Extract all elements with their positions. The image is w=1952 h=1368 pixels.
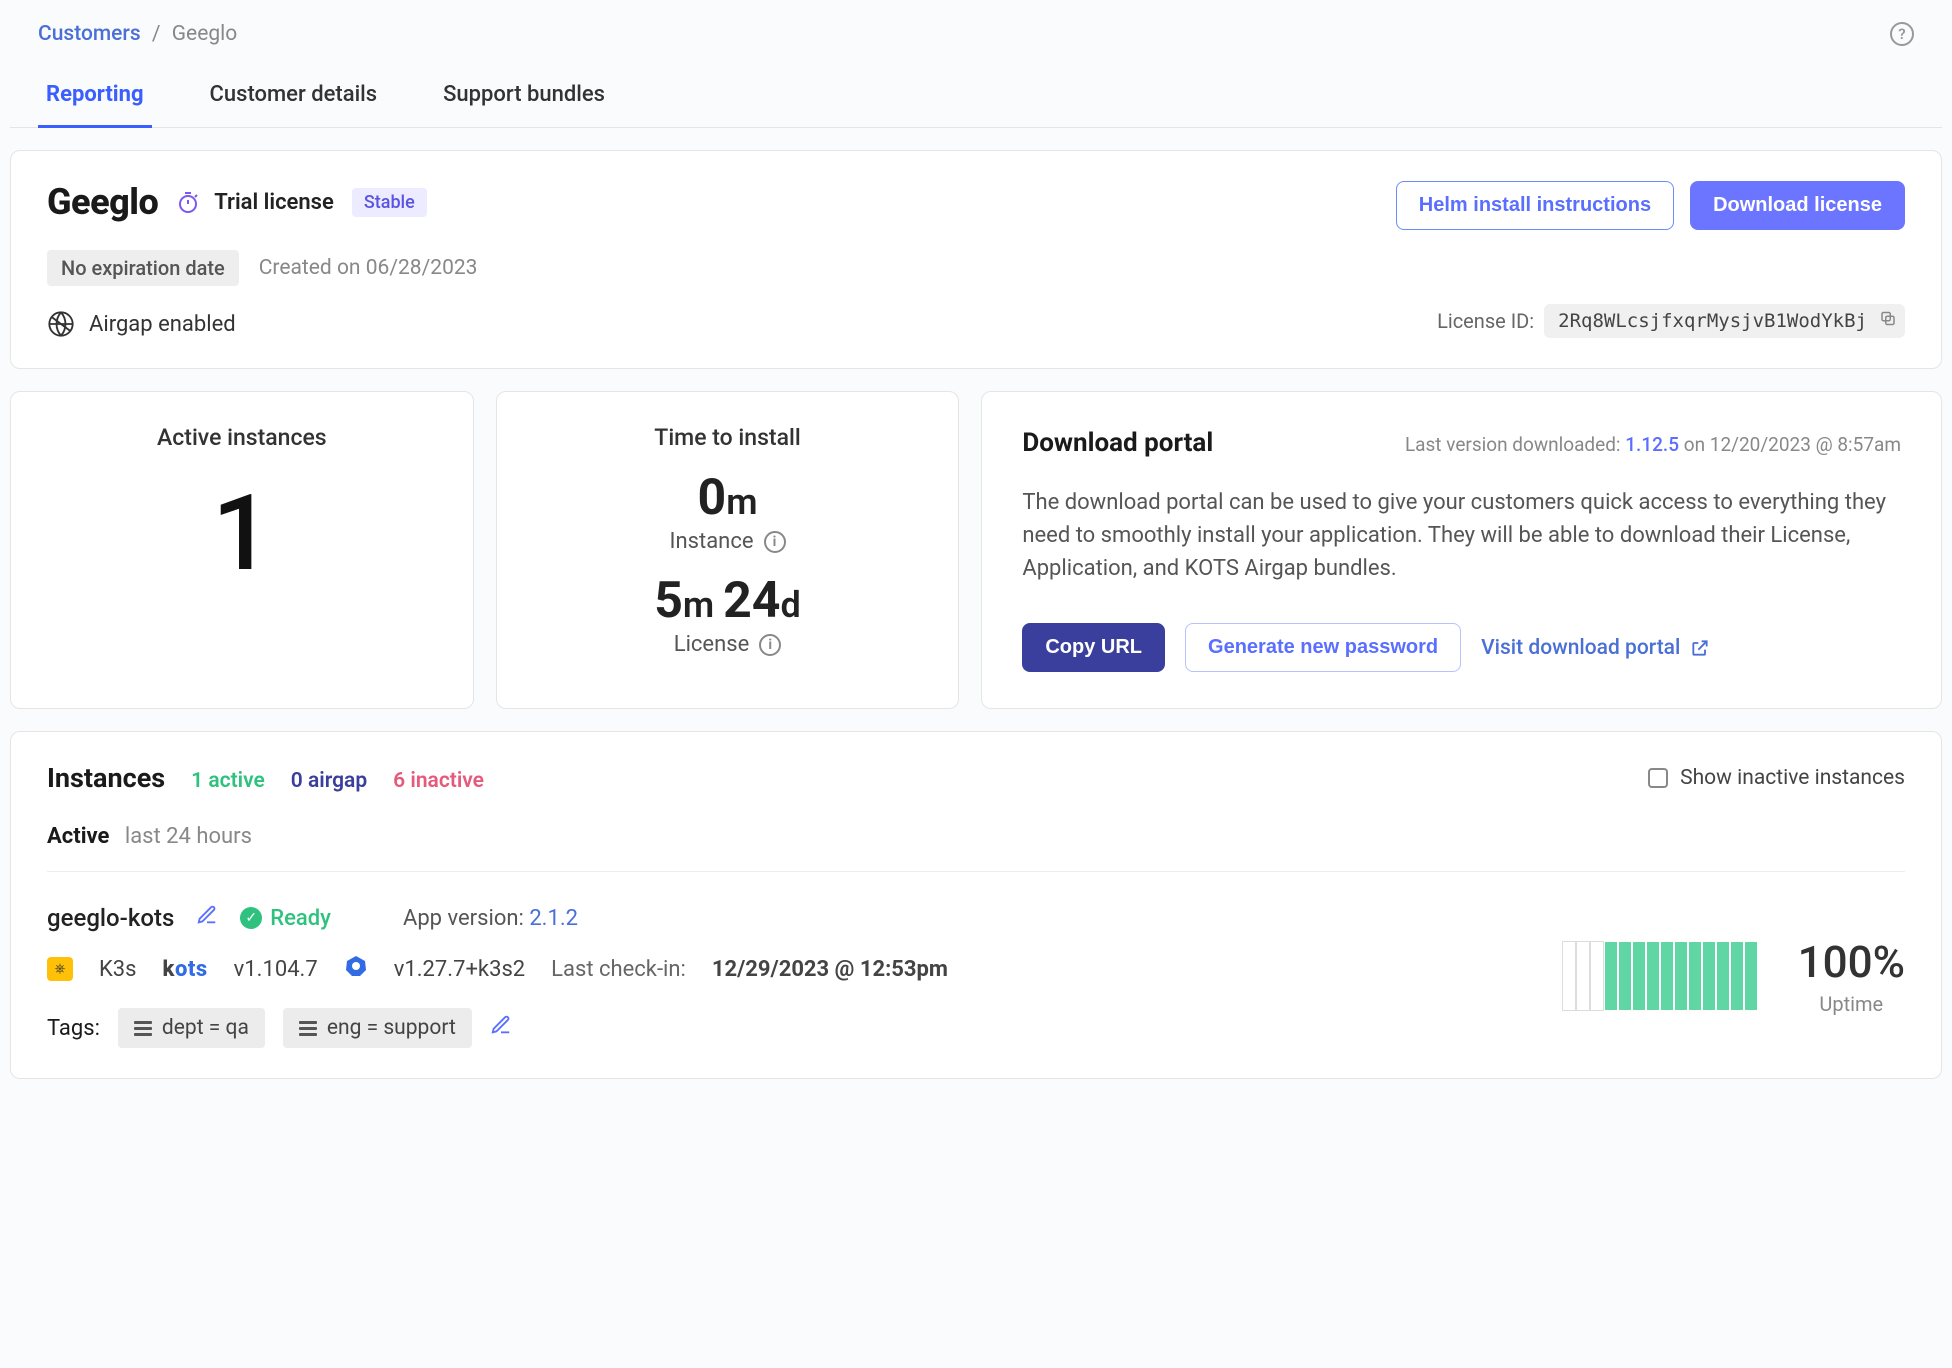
k8s-version: v1.27.7+k3s2 bbox=[394, 957, 525, 982]
airgap-count-chip[interactable]: 0 airgap bbox=[291, 769, 367, 793]
uptime-bars bbox=[1562, 941, 1758, 1011]
tabs: Reporting Customer details Support bundl… bbox=[10, 54, 1942, 128]
tti-license-info-icon[interactable]: i bbox=[759, 634, 781, 656]
tag-chip[interactable]: eng = support bbox=[283, 1008, 472, 1048]
last-checkin-label: Last check-in: bbox=[551, 957, 686, 982]
external-link-icon bbox=[1690, 638, 1710, 658]
kubernetes-icon bbox=[344, 954, 368, 984]
tti-license-value: 5m 24d bbox=[529, 572, 927, 630]
help-icon[interactable]: ? bbox=[1890, 22, 1914, 46]
breadcrumb-customers-link[interactable]: Customers bbox=[38, 22, 141, 46]
tti-license-label: License bbox=[674, 632, 750, 657]
edit-tags-icon[interactable] bbox=[490, 1014, 512, 1042]
tab-customer-details[interactable]: Customer details bbox=[202, 72, 386, 128]
created-date: Created on 06/28/2023 bbox=[259, 256, 478, 280]
download-portal-title: Download portal bbox=[1022, 428, 1213, 458]
download-license-button[interactable]: Download license bbox=[1690, 181, 1905, 230]
helm-install-button[interactable]: Helm install instructions bbox=[1396, 181, 1674, 230]
show-inactive-toggle[interactable]: Show inactive instances bbox=[1648, 766, 1905, 790]
tti-instance-value: 0m bbox=[529, 469, 927, 527]
channel-badge: Stable bbox=[352, 188, 427, 217]
k3s-label: K3s bbox=[99, 957, 137, 982]
uptime-percent: 100% bbox=[1798, 936, 1905, 988]
edit-instance-icon[interactable] bbox=[196, 904, 218, 932]
show-inactive-checkbox[interactable] bbox=[1648, 768, 1668, 788]
breadcrumb: Customers / Geeglo bbox=[38, 22, 237, 46]
tab-support-bundles[interactable]: Support bundles bbox=[435, 72, 613, 128]
instances-card: Instances 1 active 0 airgap 6 inactive S… bbox=[10, 731, 1942, 1079]
kots-version: v1.104.7 bbox=[234, 957, 318, 982]
app-version: App version: 2.1.2 bbox=[403, 906, 578, 931]
customer-summary-card: Geeglo Trial license Stable Helm install… bbox=[10, 150, 1942, 369]
license-type: Trial license bbox=[214, 190, 334, 215]
last-checkin-value: 12/29/2023 @ 12:53pm bbox=[712, 957, 948, 982]
app-version-link[interactable]: 2.1.2 bbox=[529, 906, 578, 931]
expiration-pill: No expiration date bbox=[47, 250, 239, 286]
instance-name[interactable]: geeglo-kots bbox=[47, 904, 174, 932]
license-id-value: 2Rq8WLcsjfxqrMysjvB1WodYkBj bbox=[1544, 304, 1905, 338]
inactive-count-chip[interactable]: 6 inactive bbox=[393, 769, 484, 793]
active-instances-title: Active instances bbox=[43, 424, 441, 451]
airgap-icon bbox=[47, 310, 75, 338]
last-downloaded-version[interactable]: 1.12.5 bbox=[1625, 433, 1679, 456]
download-portal-card: Download portal Last version downloaded:… bbox=[981, 391, 1942, 709]
tab-reporting[interactable]: Reporting bbox=[38, 72, 152, 128]
tag-chip[interactable]: dept = qa bbox=[118, 1008, 265, 1048]
tti-title: Time to install bbox=[529, 424, 927, 451]
tti-instance-label: Instance bbox=[670, 529, 754, 554]
kots-logo: kots bbox=[163, 957, 208, 982]
instance-row: geeglo-kots ✓ Ready App version: 2.1.2 bbox=[47, 871, 1905, 1048]
copy-license-id-icon[interactable] bbox=[1879, 310, 1897, 333]
breadcrumb-current: Geeglo bbox=[172, 22, 237, 46]
trial-timer-icon bbox=[176, 190, 200, 214]
download-portal-description: The download portal can be used to give … bbox=[1022, 486, 1901, 585]
list-icon bbox=[299, 1021, 317, 1036]
last-downloaded: Last version downloaded: 1.12.5 on 12/20… bbox=[1405, 433, 1901, 456]
instance-status-badge: ✓ Ready bbox=[240, 906, 331, 931]
time-to-install-card: Time to install 0m Instance i 5m 24d Lic… bbox=[496, 391, 960, 709]
customer-name: Geeglo bbox=[47, 181, 158, 223]
tags-label: Tags: bbox=[47, 1016, 100, 1041]
active-instances-card: Active instances 1 bbox=[10, 391, 474, 709]
airgap-label: Airgap enabled bbox=[89, 312, 236, 337]
instances-title: Instances bbox=[47, 762, 165, 794]
copy-url-button[interactable]: Copy URL bbox=[1022, 623, 1165, 672]
active-instances-value: 1 bbox=[43, 481, 441, 586]
active-count-chip[interactable]: 1 active bbox=[191, 769, 265, 793]
tti-instance-info-icon[interactable]: i bbox=[764, 531, 786, 553]
check-icon: ✓ bbox=[240, 907, 262, 929]
generate-password-button[interactable]: Generate new password bbox=[1185, 623, 1461, 672]
k3s-icon: ⎈ bbox=[47, 957, 73, 981]
uptime-label: Uptime bbox=[1798, 992, 1905, 1016]
instances-subhead: Active last 24 hours bbox=[47, 824, 1905, 849]
visit-download-portal-link[interactable]: Visit download portal bbox=[1481, 636, 1710, 660]
list-icon bbox=[134, 1021, 152, 1036]
license-id-label: License ID: bbox=[1437, 309, 1534, 333]
